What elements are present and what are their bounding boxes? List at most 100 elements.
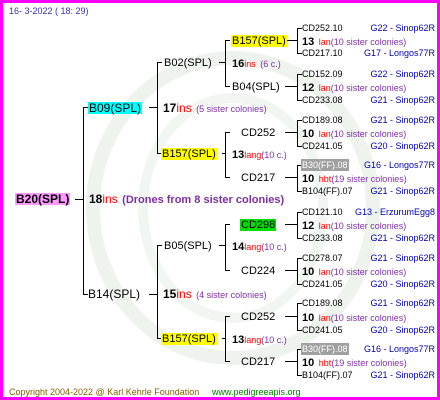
- drone-note: (4 sister colonies): [196, 290, 267, 300]
- gen2-drone-info: 16ins (6 c.): [232, 57, 281, 70]
- gen2-queen-label[interactable]: B05(SPL): [164, 240, 212, 252]
- drone-unit: lang: [244, 335, 262, 345]
- footer-url-link[interactable]: www.pedigreeapis.org: [212, 386, 301, 397]
- gen4-queen-label[interactable]: B30(FF).08: [301, 343, 349, 355]
- drone-unit: lan: [318, 221, 331, 231]
- gen3-queen-label[interactable]: CD252: [241, 127, 275, 139]
- connector-line: [157, 62, 162, 63]
- gen4-origin: G21 - Sinop62R: [370, 233, 435, 243]
- gen4-origin: G22 - Sinop62R: [370, 69, 435, 79]
- connector-line: [297, 28, 298, 53]
- gen4-origin: G20 - Sinop62R: [370, 141, 435, 151]
- drone-unit: lan: [318, 37, 331, 47]
- drone-count: 15: [163, 287, 177, 301]
- gen3-queen-label[interactable]: CD252: [241, 311, 275, 323]
- connector-line: [157, 245, 158, 339]
- connector-line: [219, 245, 225, 246]
- gen2-queen-label[interactable]: B157(SPL): [161, 148, 217, 160]
- connector-line: [285, 177, 297, 178]
- gen4-queen-label[interactable]: B104(FF).07: [302, 369, 353, 381]
- gen3-queen-label[interactable]: CD217: [241, 356, 275, 368]
- gen4-queen-label[interactable]: B30(FF).08: [301, 159, 349, 171]
- drone-count: 10: [302, 357, 315, 369]
- root-queen-label[interactable]: B20(SPL): [15, 193, 71, 205]
- connector-line: [297, 349, 298, 375]
- gen4-queen-label[interactable]: CD217.10: [302, 47, 343, 59]
- connector-line: [285, 361, 297, 362]
- connector-line: [297, 74, 298, 100]
- connector-line: [297, 258, 298, 284]
- connector-line: [225, 132, 226, 178]
- gen4-queen-label[interactable]: CD233.08: [302, 232, 343, 244]
- gen2-queen-label[interactable]: B02(SPL): [164, 57, 212, 69]
- drone-unit: lang: [244, 242, 262, 252]
- gen3-queen-label[interactable]: B157(SPL): [231, 35, 287, 47]
- connector-line: [222, 338, 225, 339]
- gen4-queen-label[interactable]: B104(FF).07: [302, 185, 353, 197]
- gen3-drone-info: 12 lan(10 sister colonies): [302, 219, 406, 232]
- drone-note: (19 sister colonies): [331, 358, 407, 368]
- connector-line: [285, 270, 297, 271]
- drone-count: 14: [232, 241, 245, 253]
- gen4-queen-label[interactable]: CD121.10: [302, 206, 343, 218]
- gen3-queen-label[interactable]: CD298: [240, 219, 277, 231]
- gen4-origin: G21 - Sinop62R: [370, 298, 435, 308]
- drone-unit: lang: [244, 150, 262, 160]
- gen4-queen-label[interactable]: CD278.07: [302, 252, 343, 264]
- gen4-queen-label[interactable]: CD189.08: [302, 297, 343, 309]
- connector-line: [225, 177, 230, 178]
- gen4-origin: G16 - Longos77R: [363, 344, 435, 354]
- gen4-queen-label[interactable]: CD241.05: [302, 140, 343, 152]
- gen4-queen-label[interactable]: CD252.10: [302, 22, 343, 34]
- drone-unit: hbt: [318, 174, 332, 184]
- gen4-queen-label[interactable]: CD233.08: [302, 94, 343, 106]
- root-drone-count: 18: [89, 192, 103, 206]
- connector-line: [219, 62, 225, 63]
- root-drone-info: 18ins (Drones from 8 sister colonies): [89, 193, 284, 206]
- connector-line: [222, 153, 225, 154]
- gen4-queen-label[interactable]: CD189.08: [302, 114, 343, 126]
- drone-note: (10 sister colonies): [330, 129, 407, 139]
- drone-count: 10: [302, 128, 315, 140]
- drone-note: (6 c.): [260, 59, 281, 69]
- drone-note: (10 c.): [261, 150, 287, 160]
- pedigree-frame: 16- 3-2022 ( 18: 29) B20(SPL) 18ins (Dro…: [0, 0, 440, 400]
- connector-line: [225, 316, 226, 362]
- gen2-queen-label[interactable]: B157(SPL): [161, 333, 217, 345]
- gen4-queen-label[interactable]: CD152.09: [302, 68, 343, 80]
- connector-line: [285, 132, 297, 133]
- drone-count: 10: [302, 266, 315, 278]
- gen3-queen-label[interactable]: CD224: [241, 265, 275, 277]
- gen4-queen-label[interactable]: CD241.05: [302, 278, 343, 290]
- gen4-origin: G17 - Longos77R: [363, 48, 435, 58]
- gen1-queen-label[interactable]: B09(SPL): [88, 102, 143, 114]
- connector-line: [225, 270, 230, 271]
- drone-count: 12: [302, 82, 315, 94]
- drone-unit: hbt: [318, 358, 332, 368]
- drone-note: (19 sister colonies): [331, 174, 407, 184]
- connector-line: [225, 132, 230, 133]
- drone-unit: lan: [318, 83, 331, 93]
- connector-line: [297, 165, 298, 191]
- connector-line: [225, 40, 226, 87]
- gen4-origin: G20 - Sinop62R: [370, 325, 435, 335]
- gen3-queen-label[interactable]: CD217: [241, 172, 275, 184]
- gen4-origin: G22 - Sinop62R: [370, 23, 435, 33]
- gen4-origin: G21 - Sinop62R: [370, 253, 435, 263]
- gen1-queen-label[interactable]: B14(SPL): [88, 288, 140, 300]
- gen3-drone-info: 10 hbt(19 sister colonies): [302, 172, 407, 185]
- gen3-drone-info: 10 lan(10 sister colonies): [302, 265, 406, 278]
- footer-copyright: Copyright 2004-2022 @ Karl Kehrle Founda…: [9, 387, 200, 397]
- drone-count: 13: [232, 334, 245, 346]
- connector-line: [83, 107, 84, 295]
- drone-count: 10: [302, 173, 315, 185]
- drone-note: (5 sister colonies): [196, 104, 267, 114]
- gen4-origin: G21 - Sinop62R: [370, 186, 435, 196]
- connector-line: [149, 107, 157, 108]
- root-drone-unit: ins: [102, 192, 118, 206]
- gen4-queen-label[interactable]: CD241.05: [302, 324, 343, 336]
- connector-line: [225, 361, 230, 362]
- gen3-queen-label[interactable]: B04(SPL): [232, 81, 280, 93]
- connector-line: [297, 303, 298, 330]
- drone-note: (10 sister colonies): [330, 83, 407, 93]
